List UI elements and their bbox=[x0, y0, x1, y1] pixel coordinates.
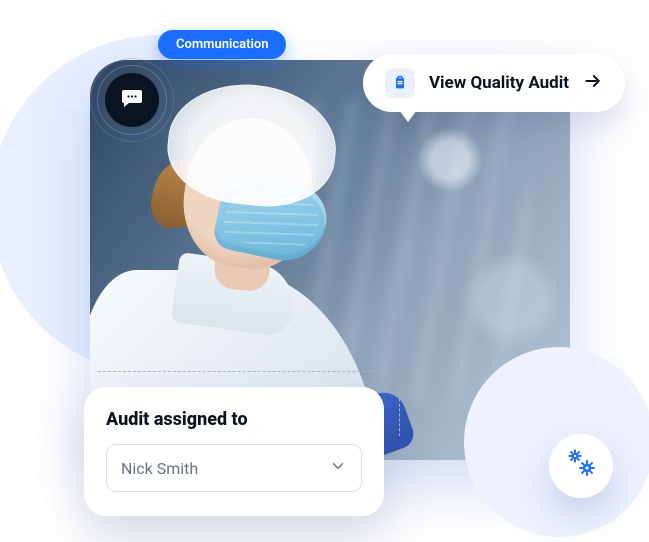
chat-icon bbox=[120, 86, 144, 114]
settings-gears-button[interactable] bbox=[549, 434, 613, 498]
chevron-down-icon bbox=[329, 457, 347, 479]
communication-badge-label: Communication bbox=[176, 37, 268, 52]
assignee-value: Nick Smith bbox=[121, 459, 198, 478]
chat-badge[interactable] bbox=[90, 58, 174, 142]
assign-panel: Audit assigned to Nick Smith bbox=[84, 387, 384, 516]
gears-icon bbox=[565, 448, 597, 484]
arrow-right-icon bbox=[583, 71, 603, 95]
assign-title: Audit assigned to bbox=[106, 409, 362, 430]
view-quality-audit-button[interactable]: View Quality Audit bbox=[363, 54, 625, 112]
clipboard-icon bbox=[385, 68, 415, 98]
communication-badge: Communication bbox=[158, 30, 286, 59]
view-quality-audit-label: View Quality Audit bbox=[429, 73, 569, 93]
assignee-select[interactable]: Nick Smith bbox=[106, 444, 362, 492]
bg-circle-right bbox=[464, 347, 649, 537]
bubble-tail bbox=[399, 110, 417, 122]
